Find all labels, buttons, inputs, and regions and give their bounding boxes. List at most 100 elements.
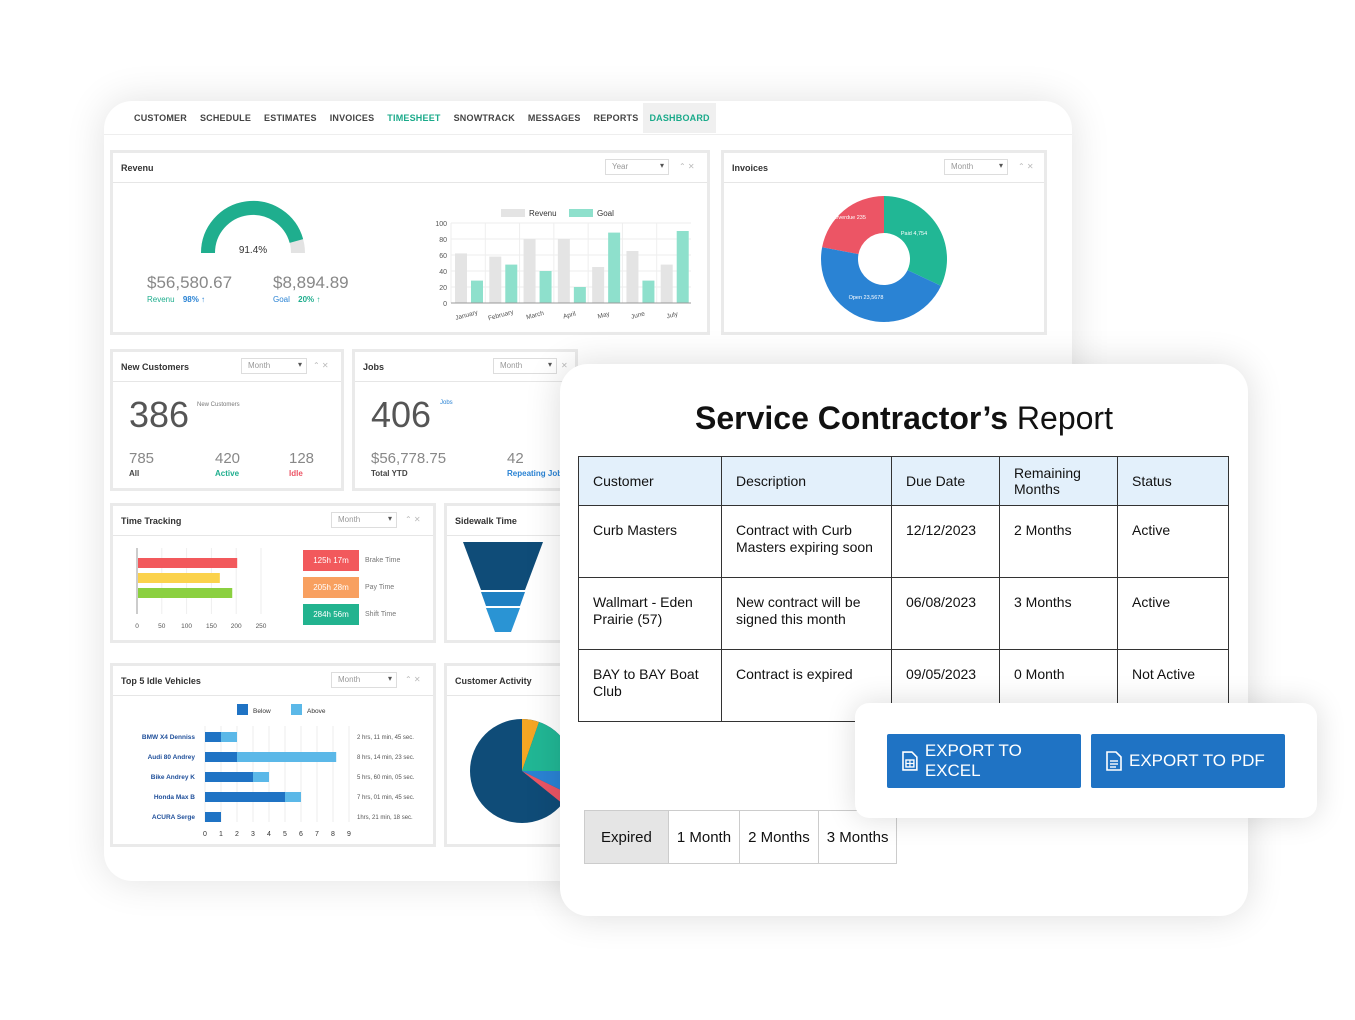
vehicle-label: BMW X4 Denniss <box>142 734 195 741</box>
new-customers-period-select[interactable]: Month <box>241 358 307 374</box>
donut-slice <box>822 196 884 255</box>
nav-reports[interactable]: REPORTS <box>594 113 639 123</box>
collapse-icon[interactable]: ⌃ ✕ <box>313 361 329 370</box>
invoices-donut-chart: Overdue 235 Paid 4,754 Open 23,5678 <box>821 196 947 323</box>
collapse-icon[interactable]: ⌃ ✕ <box>1018 162 1034 171</box>
all-count: 785 <box>129 450 155 467</box>
time-tracking-legend-item: 205h 28m Pay Time <box>303 577 400 598</box>
collapse-icon[interactable]: ⌃ ✕ <box>405 675 421 684</box>
nav-timesheet[interactable]: TIMESHEET <box>387 113 440 123</box>
export-excel-label: EXPORT TO EXCEL <box>924 741 1022 780</box>
bar-goal <box>471 280 483 303</box>
y-tick-label: 0 <box>443 301 447 308</box>
legend-swatch-below <box>237 704 248 715</box>
legend-label-below: Below <box>253 708 271 715</box>
bar-revenu <box>660 264 673 303</box>
nav-customer[interactable]: CUSTOMER <box>134 113 187 123</box>
legend-swatch-goal <box>569 209 593 217</box>
x-tick-label: 250 <box>256 623 267 630</box>
invoices-panel: Invoices Month ⌃ ✕ Overdue 235 Paid 4,754… <box>721 150 1047 335</box>
time-value-label: Shift Time <box>365 611 397 618</box>
vehicle-label: Bike Andrey K <box>151 774 195 781</box>
header-remaining-months: Remaining Months <box>999 456 1118 506</box>
bar-goal <box>608 232 621 303</box>
expiry-filter-tabs: Expired 1 Month 2 Months 3 Months <box>584 810 898 864</box>
nav-snowtrack[interactable]: SNOWTRACK <box>454 113 515 123</box>
nav-invoices[interactable]: INVOICES <box>330 113 375 123</box>
time-tracking-period-select[interactable]: Month <box>331 512 397 528</box>
bar-revenu <box>626 251 639 303</box>
document-file-icon <box>1106 751 1122 771</box>
contractor-report-card: Service Contractor’s Report Customer Des… <box>560 364 1248 916</box>
export-pdf-label: EXPORT TO PDF <box>1129 751 1265 770</box>
header-status: Status <box>1117 456 1229 506</box>
idle-time-label: 5 hrs, 60 min, 05 sec. <box>357 775 415 781</box>
goal-amount: $8,894.89 <box>273 273 349 292</box>
x-tick-label: 1 <box>219 831 223 838</box>
vehicle-label: Honda Max B <box>154 794 195 801</box>
header-customer: Customer <box>578 456 722 506</box>
idle-label: Idle <box>289 469 303 478</box>
collapse-icon[interactable]: ⌃ ✕ <box>679 162 695 171</box>
cell-status: Active <box>1117 577 1229 650</box>
tab-3-months[interactable]: 3 Months <box>819 811 897 863</box>
cell-customer: Wallmart - Eden Prairie (57) <box>578 577 722 650</box>
bar-goal <box>676 231 689 303</box>
x-tick-label: 5 <box>283 831 287 838</box>
revenue-panel: Revenu Year ⌃ ✕ 91.4% $56,580.67 Revenu … <box>110 150 710 335</box>
nav-dashboard[interactable]: DASHBOARD <box>643 102 716 133</box>
bar-below <box>205 772 253 782</box>
nav-schedule[interactable]: SCHEDULE <box>200 113 251 123</box>
y-tick-label: 100 <box>435 221 447 228</box>
time-tracking-legend-item: 284h 56m Shift Time <box>303 604 400 625</box>
tab-2-months[interactable]: 2 Months <box>740 811 819 863</box>
legend-label-goal: Goal <box>597 209 614 218</box>
export-excel-button[interactable]: EXPORT TO EXCEL <box>887 734 1081 788</box>
x-tick-label: 9 <box>347 831 351 838</box>
jobs-panel: Jobs Month ✕ 406 Jobs $56,778.75 Total Y… <box>352 349 578 491</box>
header-description: Description <box>721 456 892 506</box>
bar-above <box>221 732 237 742</box>
bar-goal <box>573 287 586 303</box>
x-tick-label: February <box>487 309 515 323</box>
close-icon[interactable]: ✕ <box>561 361 568 370</box>
gauge-label: 91.4% <box>239 245 267 256</box>
tab-expired[interactable]: Expired <box>585 811 669 863</box>
time-tracking-panel: Time Tracking Month ⌃ ✕ 050100150200250 … <box>110 503 436 643</box>
bar-above <box>237 752 337 762</box>
x-tick-label: 0 <box>203 831 207 838</box>
legend-label-revenu: Revenu <box>529 209 557 218</box>
legend-swatch-revenu <box>501 209 525 217</box>
x-tick-label: March <box>526 310 546 322</box>
table-row[interactable]: Curb Masters Contract with Curb Masters … <box>578 505 1229 578</box>
bar-above <box>285 792 301 802</box>
idle-vehicles-panel: Top 5 Idle Vehicles Month ⌃ ✕ Below Above… <box>110 663 436 847</box>
nav-estimates[interactable]: ESTIMATES <box>264 113 317 123</box>
jobs-period-select[interactable]: Month <box>493 358 557 374</box>
x-tick-label: May <box>597 310 611 320</box>
active-label: Active <box>215 469 240 478</box>
bar-below <box>205 732 221 742</box>
invoices-period-select[interactable]: Month <box>944 159 1008 175</box>
revenue-period-select[interactable]: Year <box>605 159 669 175</box>
nav-messages[interactable]: MESSAGES <box>528 113 581 123</box>
tab-1-month[interactable]: 1 Month <box>669 811 741 863</box>
idle-time-label: 1hrs, 21 min, 18 sec. <box>357 815 413 821</box>
bar-revenu <box>592 267 605 303</box>
new-customers-title: New Customers <box>121 361 190 372</box>
time-bar <box>138 558 238 568</box>
bar-revenu <box>489 256 502 303</box>
jobs-count-label: Jobs <box>440 400 453 406</box>
invoices-title: Invoices <box>732 162 769 173</box>
table-row[interactable]: Wallmart - Eden Prairie (57) New contrac… <box>578 577 1229 650</box>
time-value-label: Brake Time <box>365 557 401 564</box>
idle-period-select[interactable]: Month <box>331 672 397 688</box>
cell-remaining: 2 Months <box>999 505 1118 578</box>
x-tick-label: 2 <box>235 831 239 838</box>
idle-vehicles-bar-chart: Below Above 0 1 2 3 4 5 6 7 8 9 BMW X4 Denniss 2 hrs,… <box>142 704 415 838</box>
collapse-icon[interactable]: ⌃ ✕ <box>405 515 421 524</box>
all-label: All <box>129 469 140 478</box>
export-pdf-button[interactable]: EXPORT TO PDF <box>1091 734 1285 788</box>
time-tracking-title: Time Tracking <box>121 515 182 526</box>
idle-time-label: 2 hrs, 11 min, 45 sec. <box>357 735 414 741</box>
